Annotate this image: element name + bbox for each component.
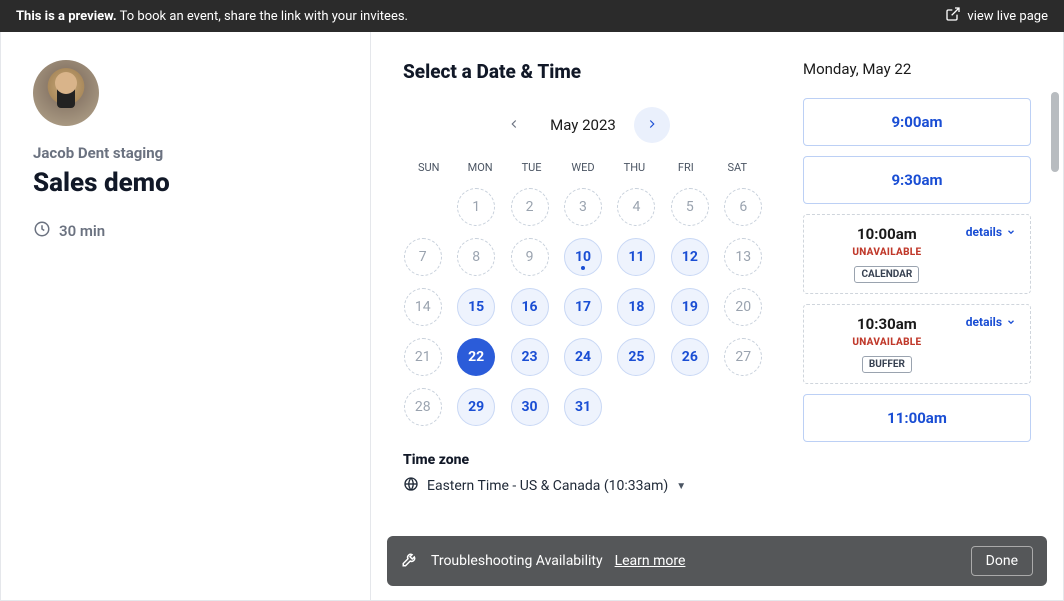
day-2: 2	[511, 188, 549, 226]
day-30[interactable]: 30	[511, 388, 549, 426]
event-sidebar: Jacob Dent staging Sales demo 30 min	[1, 32, 371, 600]
time-slots-panel: Monday, May 22 9:00am 9:30am 10:00am UNAVAI…	[803, 60, 1031, 510]
page-heading: Select a Date & Time	[403, 60, 763, 83]
learn-more-link[interactable]: Learn more	[615, 553, 686, 569]
reason-badge: CALENDAR	[854, 266, 919, 283]
day-6: 6	[724, 188, 762, 226]
preview-rest: To book an event, share the link with yo…	[117, 9, 408, 24]
next-month-button[interactable]	[634, 107, 670, 143]
day-9: 9	[511, 238, 549, 276]
month-label: May 2023	[550, 116, 616, 134]
selected-date-label: Monday, May 22	[803, 60, 1031, 78]
day-5: 5	[671, 188, 709, 226]
preview-banner: This is a preview. To book an event, sha…	[0, 0, 1064, 32]
day-16[interactable]: 16	[511, 288, 549, 326]
day-27: 27	[724, 338, 762, 376]
scrollbar[interactable]	[1051, 92, 1059, 172]
time-slot-unavailable: 10:30am UNAVAILABLE BUFFER details	[803, 304, 1031, 384]
day-10[interactable]: 10	[564, 238, 602, 276]
day-8: 8	[457, 238, 495, 276]
day-28: 28	[404, 388, 442, 426]
caret-down-icon: ▼	[676, 481, 686, 492]
prev-month-button[interactable]	[496, 107, 532, 143]
slot-time: 10:00am	[818, 225, 956, 243]
day-23[interactable]: 23	[511, 338, 549, 376]
dow-mon: MON	[454, 157, 505, 178]
day-17[interactable]: 17	[564, 288, 602, 326]
time-slot-unavailable: 10:00am UNAVAILABLE CALENDAR details	[803, 214, 1031, 294]
day-1: 1	[457, 188, 495, 226]
day-29[interactable]: 29	[457, 388, 495, 426]
external-link-icon	[945, 6, 961, 26]
footer-text: Troubleshooting Availability	[431, 553, 603, 569]
day-19[interactable]: 19	[671, 288, 709, 326]
clock-icon	[33, 220, 51, 242]
event-duration: 30 min	[33, 220, 338, 242]
day-15[interactable]: 15	[457, 288, 495, 326]
month-navigation: May 2023	[403, 107, 763, 143]
slot-time: 10:30am	[818, 315, 956, 333]
view-live-link[interactable]: view live page	[945, 6, 1048, 26]
day-22[interactable]: 22	[457, 338, 495, 376]
day-26[interactable]: 26	[671, 338, 709, 376]
dow-wed: WED	[557, 157, 608, 178]
wrench-icon	[401, 550, 419, 572]
timezone-label: Time zone	[403, 452, 763, 468]
dow-thu: THU	[609, 157, 660, 178]
time-slot[interactable]: 11:00am	[803, 394, 1031, 442]
day-21: 21	[404, 338, 442, 376]
time-slot[interactable]: 9:00am	[803, 98, 1031, 146]
dow-fri: FRI	[660, 157, 711, 178]
timezone-selector[interactable]: Eastern Time - US & Canada (10:33am) ▼	[403, 476, 763, 496]
day-12[interactable]: 12	[671, 238, 709, 276]
chevron-left-icon	[507, 116, 521, 135]
day-25[interactable]: 25	[617, 338, 655, 376]
details-toggle[interactable]: details	[966, 225, 1016, 239]
day-13: 13	[724, 238, 762, 276]
unavailable-badge: UNAVAILABLE	[818, 247, 956, 258]
details-toggle[interactable]: details	[966, 315, 1016, 329]
dow-sun: SUN	[403, 157, 454, 178]
reason-badge: BUFFER	[862, 356, 912, 373]
globe-icon	[403, 476, 419, 496]
app-container: Jacob Dent staging Sales demo 30 min Sel…	[0, 32, 1064, 601]
duration-text: 30 min	[59, 222, 105, 240]
day-4: 4	[617, 188, 655, 226]
calendar-panel: Select a Date & Time May 2023 SUN MON T	[403, 60, 763, 510]
troubleshoot-footer: Troubleshooting Availability Learn more …	[387, 536, 1047, 586]
day-14: 14	[404, 288, 442, 326]
today-dot	[581, 266, 585, 270]
view-live-label: view live page	[967, 9, 1048, 24]
dow-tue: TUE	[506, 157, 557, 178]
host-name: Jacob Dent staging	[33, 144, 338, 162]
done-button[interactable]: Done	[971, 546, 1033, 576]
calendar-grid: 1234567891011121314151617181920212223242…	[403, 188, 763, 426]
time-slot[interactable]: 9:30am	[803, 156, 1031, 204]
preview-message: This is a preview. To book an event, sha…	[16, 9, 408, 24]
day-7: 7	[404, 238, 442, 276]
day-31[interactable]: 31	[564, 388, 602, 426]
timezone-section: Time zone Eastern Time - US & Canada (10…	[403, 452, 763, 496]
day-24[interactable]: 24	[564, 338, 602, 376]
unavailable-badge: UNAVAILABLE	[818, 337, 956, 348]
preview-bold: This is a preview.	[16, 9, 117, 24]
day-3: 3	[564, 188, 602, 226]
day-20: 20	[724, 288, 762, 326]
chevron-right-icon	[645, 116, 659, 135]
day-11[interactable]: 11	[617, 238, 655, 276]
main-area: Select a Date & Time May 2023 SUN MON T	[371, 32, 1063, 600]
timezone-value: Eastern Time - US & Canada (10:33am)	[427, 478, 668, 494]
day-18[interactable]: 18	[617, 288, 655, 326]
weekday-header: SUN MON TUE WED THU FRI SAT	[403, 157, 763, 178]
avatar	[33, 60, 99, 126]
event-title: Sales demo	[33, 168, 338, 198]
slot-list: 9:00am 9:30am 10:00am UNAVAILABLE CALENDAR de…	[803, 98, 1031, 442]
dow-sat: SAT	[712, 157, 763, 178]
